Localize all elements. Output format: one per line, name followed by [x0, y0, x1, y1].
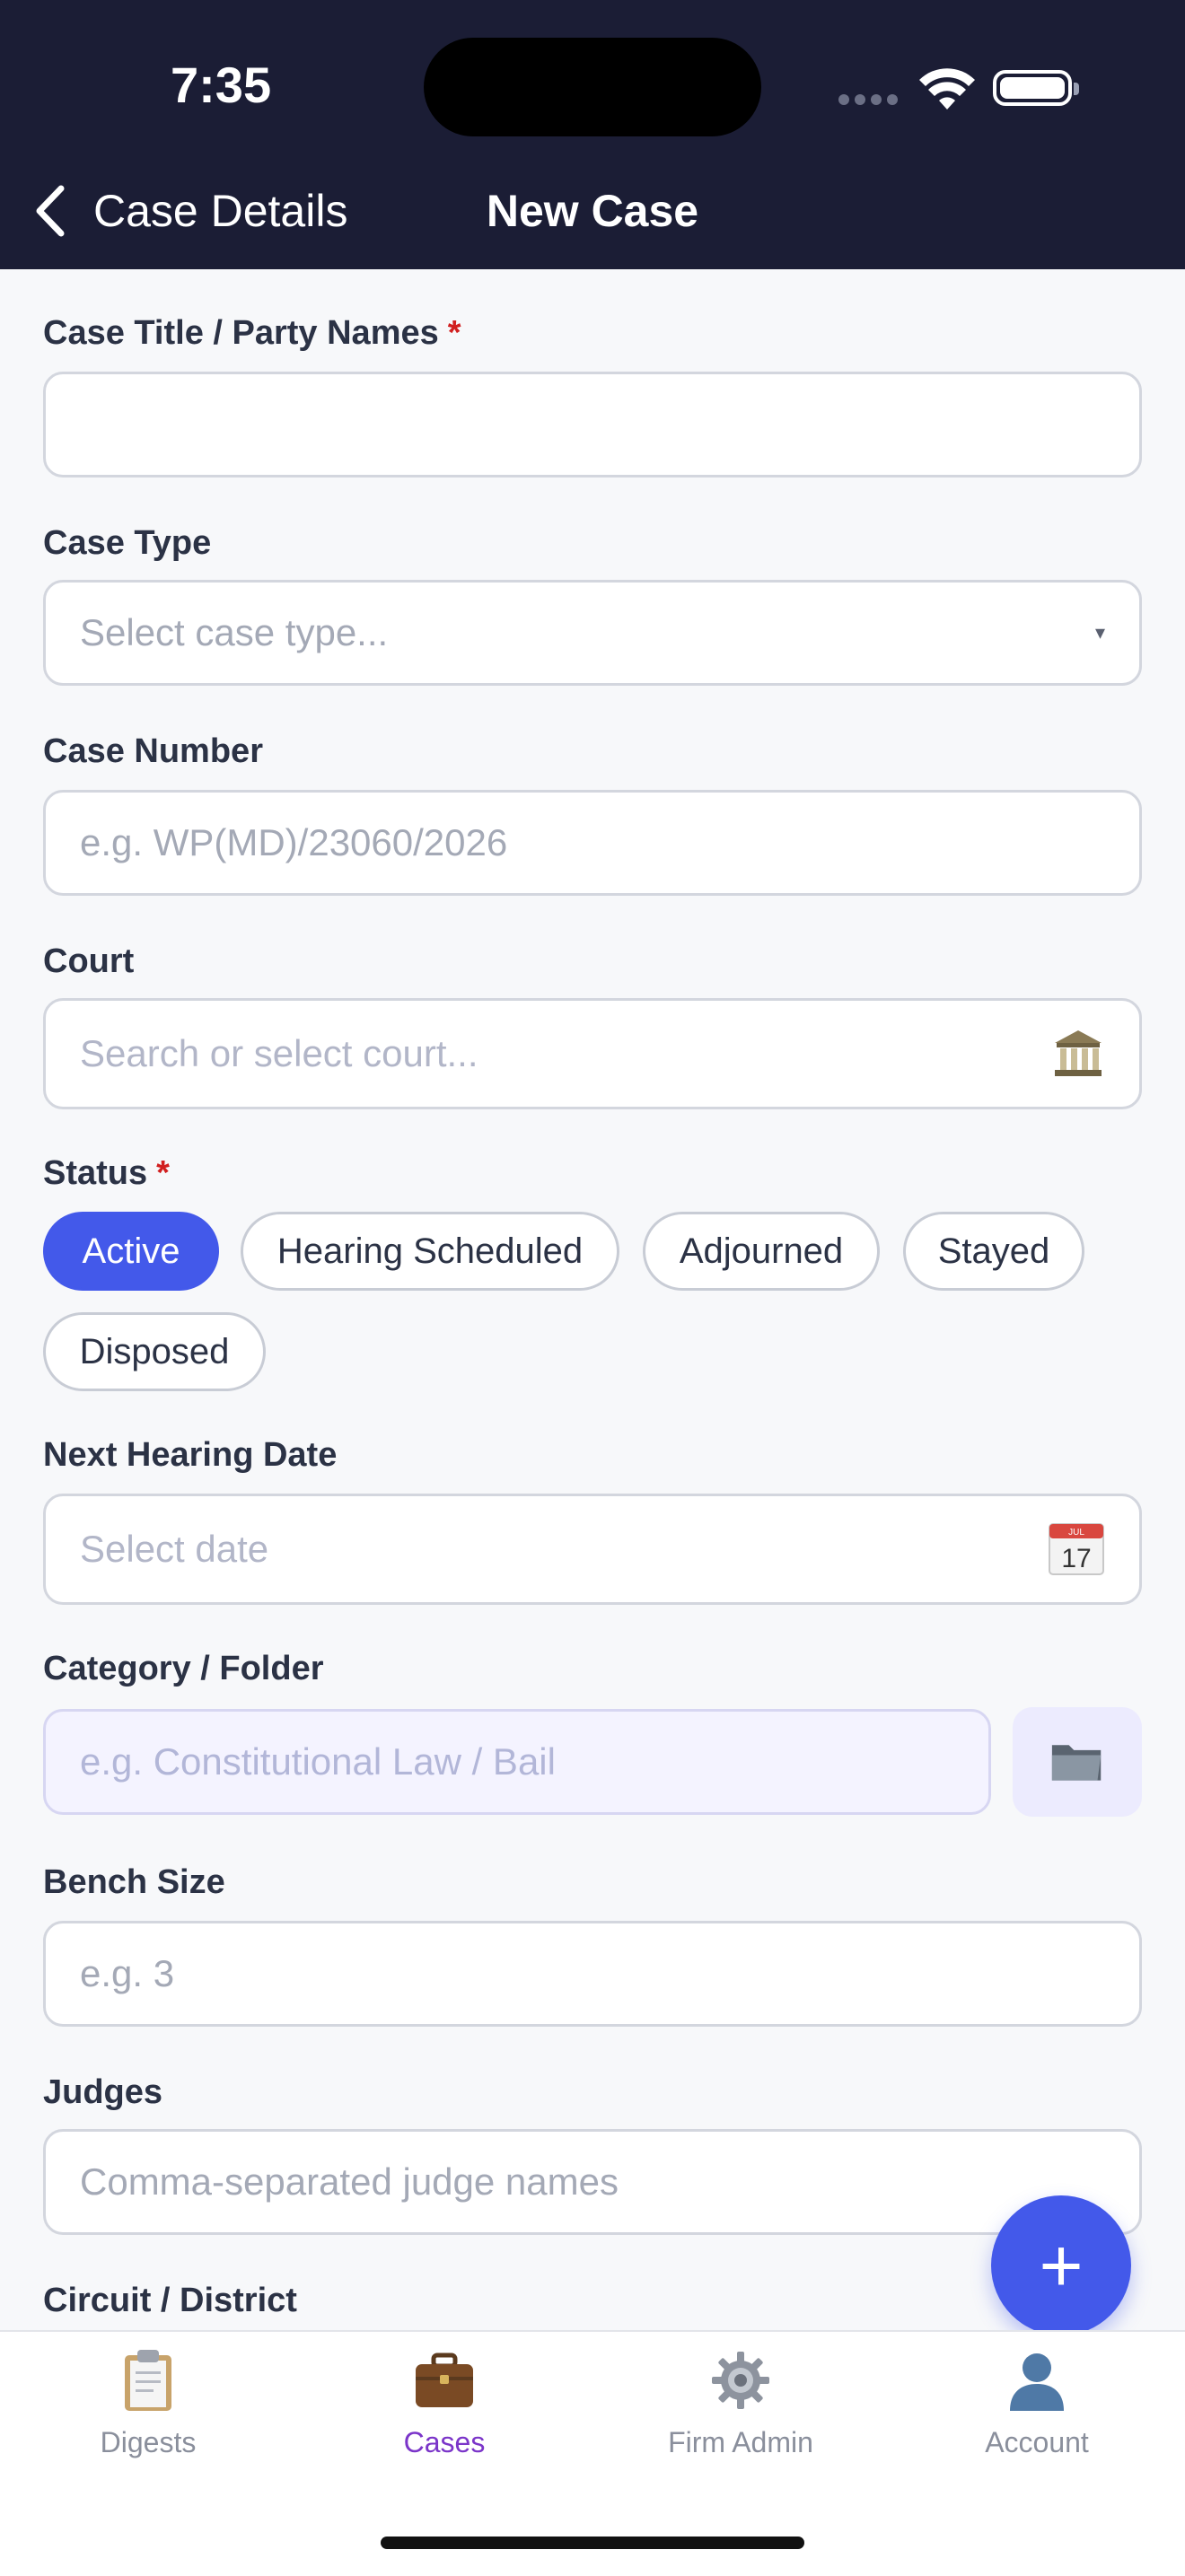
judges-placeholder: Comma-separated judge names	[80, 2160, 619, 2203]
battery-icon	[993, 70, 1079, 106]
next-hearing-date-input[interactable]: Select date JUL 17	[43, 1494, 1142, 1605]
chevron-left-icon	[36, 185, 65, 237]
cellular-signal-icon	[838, 93, 903, 110]
case-title-label: Case Title / Party Names *	[43, 314, 461, 352]
judges-input[interactable]: Comma-separated judge names	[43, 2129, 1142, 2235]
tab-account[interactable]: Account	[889, 2346, 1185, 2490]
bench-size-input[interactable]: e.g. 3	[43, 1921, 1142, 2027]
tab-label-cases: Cases	[403, 2426, 486, 2458]
bench-size-placeholder: e.g. 3	[80, 1952, 175, 1994]
briefcase-icon	[416, 2353, 473, 2407]
judges-label: Judges	[43, 2073, 163, 2111]
circuit-district-label: Circuit / District	[43, 2282, 297, 2319]
plus-icon: +	[1039, 2222, 1084, 2308]
status-chip-active[interactable]: Active	[43, 1212, 219, 1291]
tab-cases[interactable]: Cases	[296, 2346, 592, 2490]
court-label: Court	[43, 942, 135, 980]
calendar-day: 17	[1061, 1544, 1091, 1573]
calendar-icon: JUL 17	[1049, 1523, 1104, 1575]
person-icon	[1010, 2353, 1064, 2411]
navigation-bar: New Case Case Details	[0, 153, 1185, 269]
category-input[interactable]: e.g. Constitutional Law / Bail	[43, 1709, 991, 1815]
case-type-select[interactable]: Select case type... ▾	[43, 580, 1142, 686]
gear-icon	[712, 2352, 769, 2409]
tab-label-digests: Digests	[100, 2426, 197, 2458]
back-label: Case Details	[93, 186, 348, 236]
folder-icon	[1051, 1745, 1102, 1781]
courthouse-icon	[1055, 1030, 1102, 1076]
next-hearing-placeholder: Select date	[80, 1528, 269, 1570]
case-number-label: Case Number	[43, 732, 263, 770]
tab-label-account: Account	[985, 2426, 1089, 2458]
status-bar: 7:35	[0, 0, 1185, 153]
clipboard-icon	[125, 2350, 171, 2411]
back-button[interactable]: Case Details	[32, 180, 347, 242]
case-title-input[interactable]	[43, 372, 1142, 478]
case-number-input[interactable]: e.g. WP(MD)/23060/2026	[43, 790, 1142, 896]
folder-picker-button[interactable]	[1013, 1707, 1142, 1817]
category-label: Category / Folder	[43, 1650, 324, 1687]
tab-firm-admin[interactable]: Firm Admin	[592, 2346, 889, 2490]
dynamic-island	[424, 38, 761, 136]
calendar-month: JUL	[1068, 1528, 1084, 1538]
bench-size-label: Bench Size	[43, 1863, 225, 1901]
tab-digests[interactable]: Digests	[0, 2346, 296, 2490]
status-label: Status *	[43, 1154, 170, 1192]
next-hearing-label: Next Hearing Date	[43, 1436, 338, 1474]
tab-label-firm-admin: Firm Admin	[668, 2426, 813, 2458]
case-type-placeholder: Select case type...	[80, 611, 389, 653]
chevron-down-icon: ▾	[1094, 621, 1105, 644]
add-button[interactable]: +	[991, 2195, 1131, 2335]
case-type-label: Case Type	[43, 524, 212, 562]
status-chip-disposed[interactable]: Disposed	[43, 1312, 266, 1391]
category-placeholder: e.g. Constitutional Law / Bail	[80, 1740, 556, 1783]
status-time: 7:35	[171, 57, 272, 113]
status-chip-adjourned[interactable]: Adjourned	[643, 1212, 880, 1291]
court-search-input[interactable]: Search or select court...	[43, 998, 1142, 1109]
court-placeholder: Search or select court...	[80, 1032, 478, 1074]
case-number-placeholder: e.g. WP(MD)/23060/2026	[80, 821, 508, 863]
status-chip-stayed[interactable]: Stayed	[903, 1212, 1084, 1291]
home-indicator	[381, 2537, 804, 2549]
wifi-icon	[919, 68, 975, 110]
status-chip-hearing-scheduled[interactable]: Hearing Scheduled	[241, 1212, 619, 1291]
